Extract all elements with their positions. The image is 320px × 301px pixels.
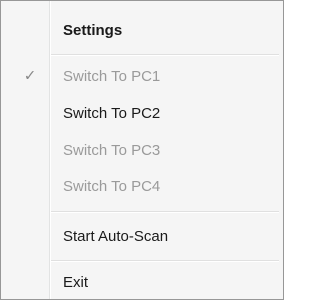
menu-item-exit[interactable]: Exit <box>1 263 283 301</box>
menu-item-switch-pc1[interactable]: ✓ Switch To PC1 <box>1 57 283 95</box>
menu-item-label: Switch To PC2 <box>63 104 161 122</box>
menu-item-settings[interactable]: Settings <box>1 11 283 49</box>
menu-item-label: Switch To PC4 <box>63 177 161 195</box>
menu-item-label: Start Auto-Scan <box>63 227 169 245</box>
menu-item-switch-pc3[interactable]: Switch To PC3 <box>1 131 283 169</box>
menu-item-label: Exit <box>63 273 89 291</box>
menu-item-label: Switch To PC1 <box>63 67 161 85</box>
menu-item-switch-pc2[interactable]: Switch To PC2 <box>1 94 283 132</box>
checkmark-icon: ✓ <box>23 67 37 85</box>
menu-separator <box>51 211 279 213</box>
menu-separator <box>51 260 279 262</box>
menu-item-label: Settings <box>63 21 123 39</box>
menu-item-switch-pc4[interactable]: Switch To PC4 <box>1 167 283 205</box>
context-menu: Settings ✓ Switch To PC1 Switch To PC2 S… <box>0 0 284 300</box>
menu-item-start-auto-scan[interactable]: Start Auto-Scan <box>1 217 283 255</box>
menu-separator <box>51 54 279 56</box>
menu-item-label: Switch To PC3 <box>63 141 161 159</box>
